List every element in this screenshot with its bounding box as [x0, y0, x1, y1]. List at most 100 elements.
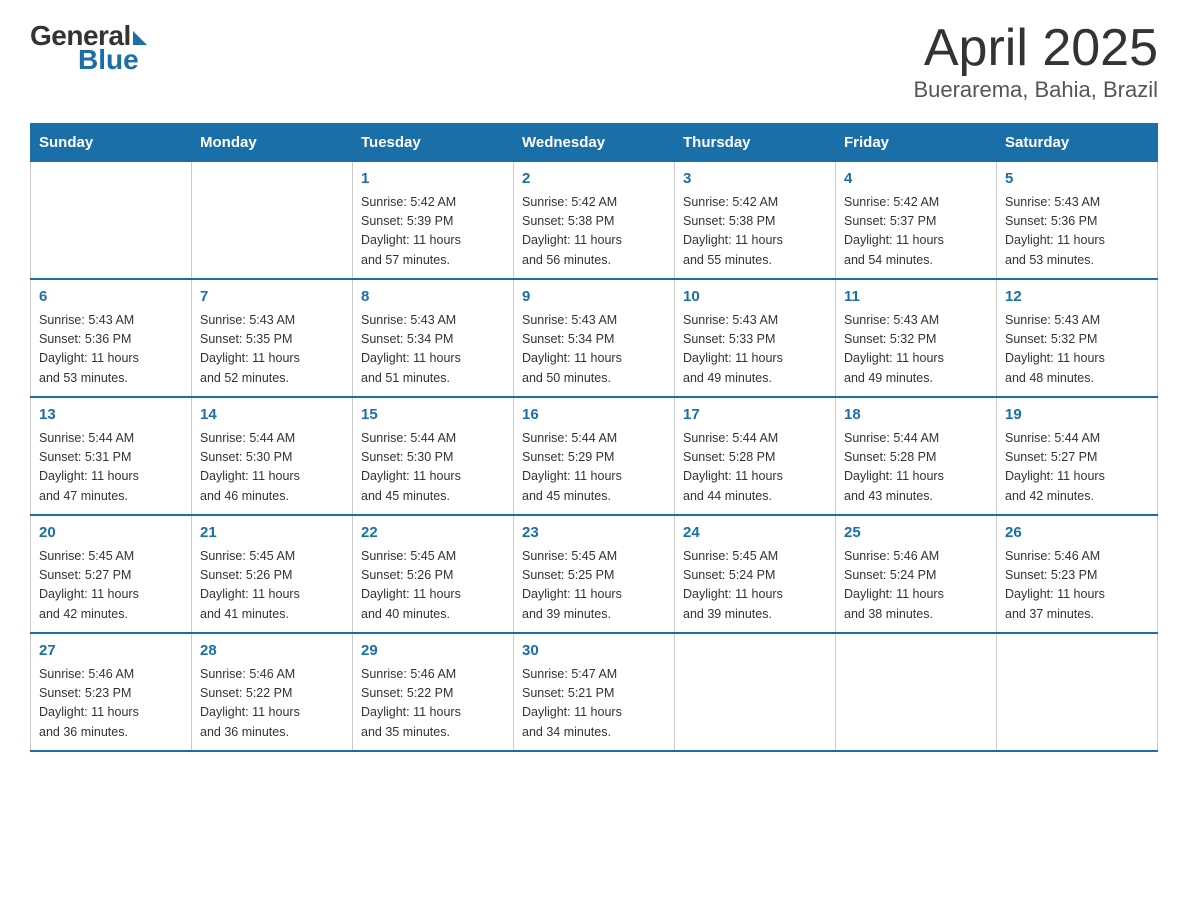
day-info: Sunrise: 5:43 AM Sunset: 5:35 PM Dayligh… — [200, 311, 344, 389]
day-number: 9 — [522, 286, 666, 309]
day-info: Sunrise: 5:43 AM Sunset: 5:34 PM Dayligh… — [522, 311, 666, 389]
page-header: General Blue April 2025 Buerarema, Bahia… — [30, 20, 1158, 103]
day-number: 30 — [522, 640, 666, 663]
day-info: Sunrise: 5:44 AM Sunset: 5:29 PM Dayligh… — [522, 429, 666, 507]
calendar-cell — [997, 633, 1158, 751]
day-number: 23 — [522, 522, 666, 545]
day-number: 20 — [39, 522, 183, 545]
calendar-cell: 12Sunrise: 5:43 AM Sunset: 5:32 PM Dayli… — [997, 279, 1158, 397]
day-info: Sunrise: 5:43 AM Sunset: 5:32 PM Dayligh… — [844, 311, 988, 389]
day-info: Sunrise: 5:44 AM Sunset: 5:31 PM Dayligh… — [39, 429, 183, 507]
day-number: 7 — [200, 286, 344, 309]
calendar-cell: 29Sunrise: 5:46 AM Sunset: 5:22 PM Dayli… — [353, 633, 514, 751]
day-info: Sunrise: 5:45 AM Sunset: 5:26 PM Dayligh… — [361, 547, 505, 625]
calendar-cell: 25Sunrise: 5:46 AM Sunset: 5:24 PM Dayli… — [836, 515, 997, 633]
calendar-cell: 30Sunrise: 5:47 AM Sunset: 5:21 PM Dayli… — [514, 633, 675, 751]
day-number: 4 — [844, 168, 988, 191]
day-number: 1 — [361, 168, 505, 191]
calendar-header-sunday: Sunday — [31, 124, 192, 162]
calendar-cell: 15Sunrise: 5:44 AM Sunset: 5:30 PM Dayli… — [353, 397, 514, 515]
day-info: Sunrise: 5:42 AM Sunset: 5:39 PM Dayligh… — [361, 193, 505, 271]
location-title: Buerarema, Bahia, Brazil — [913, 77, 1158, 103]
calendar-cell: 27Sunrise: 5:46 AM Sunset: 5:23 PM Dayli… — [31, 633, 192, 751]
day-info: Sunrise: 5:43 AM Sunset: 5:34 PM Dayligh… — [361, 311, 505, 389]
calendar-cell: 22Sunrise: 5:45 AM Sunset: 5:26 PM Dayli… — [353, 515, 514, 633]
calendar-cell: 18Sunrise: 5:44 AM Sunset: 5:28 PM Dayli… — [836, 397, 997, 515]
calendar-cell: 8Sunrise: 5:43 AM Sunset: 5:34 PM Daylig… — [353, 279, 514, 397]
calendar-header-row: SundayMondayTuesdayWednesdayThursdayFrid… — [31, 124, 1158, 162]
day-number: 5 — [1005, 168, 1149, 191]
calendar-cell: 3Sunrise: 5:42 AM Sunset: 5:38 PM Daylig… — [675, 162, 836, 280]
day-number: 21 — [200, 522, 344, 545]
calendar-week-5: 27Sunrise: 5:46 AM Sunset: 5:23 PM Dayli… — [31, 633, 1158, 751]
calendar-cell: 19Sunrise: 5:44 AM Sunset: 5:27 PM Dayli… — [997, 397, 1158, 515]
day-info: Sunrise: 5:43 AM Sunset: 5:33 PM Dayligh… — [683, 311, 827, 389]
logo-arrow-icon — [133, 31, 147, 45]
day-number: 8 — [361, 286, 505, 309]
day-number: 29 — [361, 640, 505, 663]
calendar-week-1: 1Sunrise: 5:42 AM Sunset: 5:39 PM Daylig… — [31, 162, 1158, 280]
day-number: 25 — [844, 522, 988, 545]
day-number: 14 — [200, 404, 344, 427]
day-info: Sunrise: 5:42 AM Sunset: 5:38 PM Dayligh… — [522, 193, 666, 271]
day-info: Sunrise: 5:46 AM Sunset: 5:22 PM Dayligh… — [361, 665, 505, 743]
calendar-body: 1Sunrise: 5:42 AM Sunset: 5:39 PM Daylig… — [31, 162, 1158, 752]
day-info: Sunrise: 5:43 AM Sunset: 5:32 PM Dayligh… — [1005, 311, 1149, 389]
calendar-cell: 4Sunrise: 5:42 AM Sunset: 5:37 PM Daylig… — [836, 162, 997, 280]
title-block: April 2025 Buerarema, Bahia, Brazil — [913, 20, 1158, 103]
calendar-cell: 1Sunrise: 5:42 AM Sunset: 5:39 PM Daylig… — [353, 162, 514, 280]
calendar-cell: 20Sunrise: 5:45 AM Sunset: 5:27 PM Dayli… — [31, 515, 192, 633]
day-number: 18 — [844, 404, 988, 427]
day-info: Sunrise: 5:44 AM Sunset: 5:28 PM Dayligh… — [844, 429, 988, 507]
calendar-cell — [675, 633, 836, 751]
day-number: 3 — [683, 168, 827, 191]
calendar-header-wednesday: Wednesday — [514, 124, 675, 162]
calendar-week-2: 6Sunrise: 5:43 AM Sunset: 5:36 PM Daylig… — [31, 279, 1158, 397]
calendar-cell: 16Sunrise: 5:44 AM Sunset: 5:29 PM Dayli… — [514, 397, 675, 515]
day-info: Sunrise: 5:46 AM Sunset: 5:24 PM Dayligh… — [844, 547, 988, 625]
calendar-cell: 17Sunrise: 5:44 AM Sunset: 5:28 PM Dayli… — [675, 397, 836, 515]
calendar-cell: 9Sunrise: 5:43 AM Sunset: 5:34 PM Daylig… — [514, 279, 675, 397]
calendar-cell — [836, 633, 997, 751]
day-info: Sunrise: 5:46 AM Sunset: 5:23 PM Dayligh… — [39, 665, 183, 743]
calendar-week-3: 13Sunrise: 5:44 AM Sunset: 5:31 PM Dayli… — [31, 397, 1158, 515]
day-number: 24 — [683, 522, 827, 545]
calendar-cell: 21Sunrise: 5:45 AM Sunset: 5:26 PM Dayli… — [192, 515, 353, 633]
day-info: Sunrise: 5:45 AM Sunset: 5:27 PM Dayligh… — [39, 547, 183, 625]
day-number: 10 — [683, 286, 827, 309]
calendar-cell: 11Sunrise: 5:43 AM Sunset: 5:32 PM Dayli… — [836, 279, 997, 397]
day-info: Sunrise: 5:43 AM Sunset: 5:36 PM Dayligh… — [1005, 193, 1149, 271]
day-number: 13 — [39, 404, 183, 427]
calendar-cell: 6Sunrise: 5:43 AM Sunset: 5:36 PM Daylig… — [31, 279, 192, 397]
day-number: 26 — [1005, 522, 1149, 545]
calendar-cell: 23Sunrise: 5:45 AM Sunset: 5:25 PM Dayli… — [514, 515, 675, 633]
calendar-cell: 14Sunrise: 5:44 AM Sunset: 5:30 PM Dayli… — [192, 397, 353, 515]
day-number: 22 — [361, 522, 505, 545]
calendar-cell: 5Sunrise: 5:43 AM Sunset: 5:36 PM Daylig… — [997, 162, 1158, 280]
logo: General Blue — [30, 20, 147, 76]
day-number: 16 — [522, 404, 666, 427]
calendar-cell: 24Sunrise: 5:45 AM Sunset: 5:24 PM Dayli… — [675, 515, 836, 633]
calendar-cell — [192, 162, 353, 280]
calendar-cell: 10Sunrise: 5:43 AM Sunset: 5:33 PM Dayli… — [675, 279, 836, 397]
day-number: 15 — [361, 404, 505, 427]
day-info: Sunrise: 5:46 AM Sunset: 5:23 PM Dayligh… — [1005, 547, 1149, 625]
day-info: Sunrise: 5:42 AM Sunset: 5:38 PM Dayligh… — [683, 193, 827, 271]
day-info: Sunrise: 5:43 AM Sunset: 5:36 PM Dayligh… — [39, 311, 183, 389]
day-info: Sunrise: 5:45 AM Sunset: 5:25 PM Dayligh… — [522, 547, 666, 625]
day-number: 12 — [1005, 286, 1149, 309]
day-number: 19 — [1005, 404, 1149, 427]
day-number: 2 — [522, 168, 666, 191]
calendar-cell: 28Sunrise: 5:46 AM Sunset: 5:22 PM Dayli… — [192, 633, 353, 751]
day-number: 17 — [683, 404, 827, 427]
day-info: Sunrise: 5:44 AM Sunset: 5:27 PM Dayligh… — [1005, 429, 1149, 507]
day-info: Sunrise: 5:44 AM Sunset: 5:28 PM Dayligh… — [683, 429, 827, 507]
calendar-table: SundayMondayTuesdayWednesdayThursdayFrid… — [30, 123, 1158, 752]
calendar-cell: 13Sunrise: 5:44 AM Sunset: 5:31 PM Dayli… — [31, 397, 192, 515]
calendar-header-tuesday: Tuesday — [353, 124, 514, 162]
day-info: Sunrise: 5:46 AM Sunset: 5:22 PM Dayligh… — [200, 665, 344, 743]
calendar-week-4: 20Sunrise: 5:45 AM Sunset: 5:27 PM Dayli… — [31, 515, 1158, 633]
calendar-header-friday: Friday — [836, 124, 997, 162]
calendar-cell: 26Sunrise: 5:46 AM Sunset: 5:23 PM Dayli… — [997, 515, 1158, 633]
day-info: Sunrise: 5:42 AM Sunset: 5:37 PM Dayligh… — [844, 193, 988, 271]
